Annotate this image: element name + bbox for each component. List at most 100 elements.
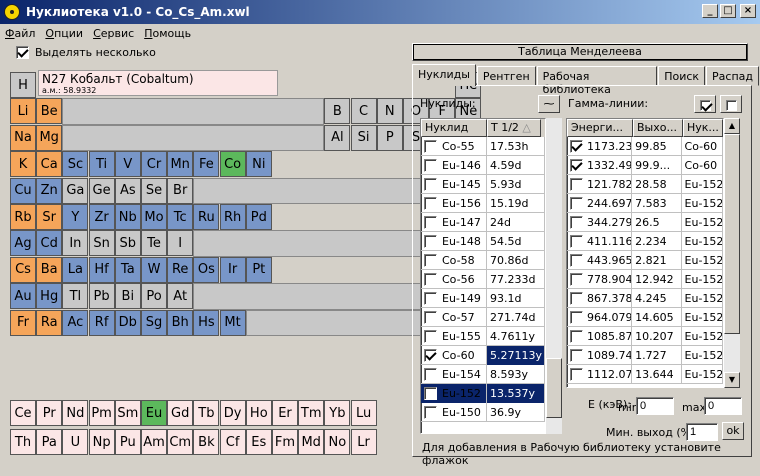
gamma-checkbox[interactable] bbox=[570, 254, 583, 267]
gamma-checkbox[interactable] bbox=[570, 292, 583, 305]
scroll-up-button[interactable]: ▲ bbox=[724, 118, 740, 134]
element-es[interactable]: Es bbox=[245, 429, 272, 455]
element-lr[interactable]: Lr bbox=[350, 429, 377, 455]
element-u[interactable]: U bbox=[62, 429, 89, 455]
element-lu[interactable]: Lu bbox=[350, 400, 377, 426]
tab-nuclides[interactable]: Нуклиды bbox=[412, 64, 476, 86]
element-tb[interactable]: Tb bbox=[193, 400, 220, 426]
element-te[interactable]: Te bbox=[141, 230, 167, 257]
scroll-down-button[interactable]: ▼ bbox=[724, 372, 740, 388]
nuclide-row[interactable]: Co-58 70.86d bbox=[421, 250, 545, 270]
element-co[interactable]: Co bbox=[219, 151, 246, 178]
element-er[interactable]: Er bbox=[272, 400, 298, 426]
nuclide-checkbox[interactable] bbox=[424, 235, 437, 248]
nuclide-row[interactable]: Eu-155 4.7611y bbox=[421, 326, 545, 346]
element-pd[interactable]: Pd bbox=[245, 204, 272, 230]
gamma-row[interactable]: 344.279 26.5 Eu-152 bbox=[567, 212, 723, 232]
gamma-row[interactable]: 1089.74 1.727 Eu-152 bbox=[567, 345, 723, 365]
uncheck-all-button[interactable] bbox=[720, 95, 742, 113]
element-mn[interactable]: Mn bbox=[167, 151, 194, 178]
gamma-row[interactable]: 778.904 12.942 Eu-152 bbox=[567, 269, 723, 289]
element-db[interactable]: Db bbox=[114, 309, 141, 336]
col-energy[interactable]: Энерги... bbox=[567, 119, 633, 137]
element-h[interactable]: H bbox=[10, 72, 36, 98]
element-sr[interactable]: Sr bbox=[36, 204, 63, 230]
element-cm[interactable]: Cm bbox=[167, 429, 194, 455]
gamma-scrollbar[interactable]: ▲ ▼ bbox=[724, 118, 740, 388]
element-bk[interactable]: Bk bbox=[193, 429, 220, 455]
element-ir[interactable]: Ir bbox=[219, 256, 246, 283]
menu-file[interactable]: Файл bbox=[0, 27, 40, 40]
nuclide-row[interactable]: Eu-154 8.593y bbox=[421, 364, 545, 384]
menu-help[interactable]: Помощь bbox=[139, 27, 196, 40]
nuclide-checkbox[interactable] bbox=[424, 140, 437, 153]
gamma-checkbox[interactable] bbox=[570, 216, 583, 229]
element-re[interactable]: Re bbox=[167, 256, 194, 283]
close-button[interactable]: × bbox=[740, 4, 756, 18]
min-yield-input[interactable] bbox=[686, 423, 718, 441]
gamma-checkbox[interactable] bbox=[570, 235, 583, 248]
element-pm[interactable]: Pm bbox=[88, 400, 115, 426]
nuclide-checkbox[interactable] bbox=[424, 273, 437, 286]
gamma-row[interactable]: 1173.23 99.85 Co-60 bbox=[567, 136, 723, 156]
nuclide-checkbox[interactable] bbox=[424, 254, 437, 267]
element-tc[interactable]: Tc bbox=[167, 204, 194, 230]
nuclide-checkbox[interactable] bbox=[424, 330, 437, 343]
element-np[interactable]: Np bbox=[88, 429, 115, 455]
gamma-checkbox[interactable] bbox=[570, 197, 583, 210]
element-ga[interactable]: Ga bbox=[62, 177, 89, 204]
decay-chain-button[interactable]: ⁓ bbox=[538, 95, 560, 113]
ok-button[interactable]: ok bbox=[722, 422, 744, 440]
tab-decay[interactable]: Распад bbox=[706, 66, 759, 86]
element-pa[interactable]: Pa bbox=[36, 429, 63, 455]
col-halflife[interactable]: T 1/2 △ bbox=[487, 119, 541, 137]
element-n[interactable]: N bbox=[376, 98, 403, 125]
nuclide-row[interactable]: Eu-145 5.93d bbox=[421, 174, 545, 194]
tab-work-library[interactable]: Рабочая библиотека bbox=[536, 66, 658, 96]
nuclide-checkbox[interactable] bbox=[424, 197, 437, 210]
element-rf[interactable]: Rf bbox=[88, 309, 115, 336]
nuclide-row[interactable]: Eu-152 13.537y bbox=[421, 383, 545, 403]
nuclide-row[interactable]: Eu-147 24d bbox=[421, 212, 545, 232]
element-nd[interactable]: Nd bbox=[62, 400, 89, 426]
element-sn[interactable]: Sn bbox=[88, 230, 115, 257]
element-am[interactable]: Am bbox=[141, 429, 167, 455]
element-bi[interactable]: Bi bbox=[114, 283, 141, 310]
element-sb[interactable]: Sb bbox=[114, 230, 141, 257]
element-ba[interactable]: Ba bbox=[36, 256, 63, 283]
element-in[interactable]: In bbox=[62, 230, 89, 257]
nuclide-row[interactable]: Co-57 271.74d bbox=[421, 307, 545, 327]
element-pt[interactable]: Pt bbox=[245, 256, 272, 283]
gamma-row[interactable]: 1112.07 13.644 Eu-152 bbox=[567, 364, 723, 384]
element-no[interactable]: No bbox=[324, 429, 351, 455]
gamma-row[interactable]: 121.782 28.58 Eu-152 bbox=[567, 174, 723, 194]
element-la[interactable]: La bbox=[62, 256, 89, 283]
element-k[interactable]: K bbox=[10, 151, 36, 178]
element-mt[interactable]: Mt bbox=[219, 309, 246, 336]
element-br[interactable]: Br bbox=[167, 177, 194, 204]
nuclide-row[interactable]: Eu-150 36.9y bbox=[421, 402, 545, 422]
element-cd[interactable]: Cd bbox=[36, 230, 63, 257]
element-gd[interactable]: Gd bbox=[167, 400, 194, 426]
element-cr[interactable]: Cr bbox=[141, 151, 167, 178]
element-ni[interactable]: Ni bbox=[245, 151, 272, 178]
nuclide-row[interactable]: Co-56 77.233d bbox=[421, 269, 545, 289]
tab-xray[interactable]: Рентген bbox=[476, 66, 536, 86]
nuclide-row[interactable]: Eu-146 4.59d bbox=[421, 155, 545, 175]
gamma-row[interactable]: 411.116 2.234 Eu-152 bbox=[567, 231, 723, 251]
gamma-checkbox[interactable] bbox=[570, 330, 583, 343]
element-c[interactable]: C bbox=[350, 98, 377, 125]
element-hg[interactable]: Hg bbox=[36, 283, 63, 310]
nuclides-scroll-thumb[interactable] bbox=[546, 358, 562, 418]
menu-service[interactable]: Сервис bbox=[88, 27, 139, 40]
element-at[interactable]: At bbox=[167, 283, 194, 310]
element-si[interactable]: Si bbox=[350, 124, 377, 151]
col-yield[interactable]: Выхо... bbox=[633, 119, 683, 137]
element-ra[interactable]: Ra bbox=[36, 309, 63, 336]
element-au[interactable]: Au bbox=[10, 283, 36, 310]
element-mo[interactable]: Mo bbox=[141, 204, 167, 230]
element-mg[interactable]: Mg bbox=[36, 124, 63, 151]
gamma-list[interactable]: Энерги... Выхо... Нук... 1173.23 99.85 Co-… bbox=[566, 118, 724, 388]
element-al[interactable]: Al bbox=[324, 124, 351, 151]
element-fe[interactable]: Fe bbox=[193, 151, 220, 178]
